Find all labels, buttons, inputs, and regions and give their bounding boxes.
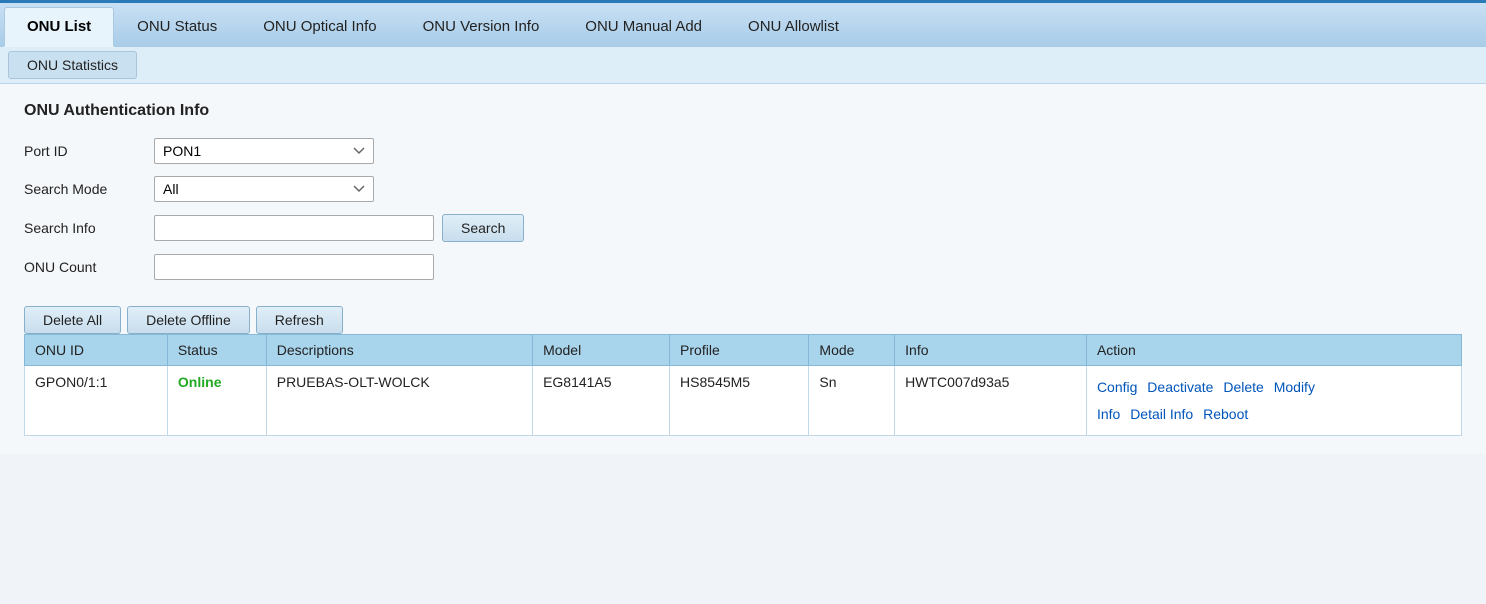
action-reboot[interactable]: Reboot bbox=[1203, 406, 1248, 422]
col-header-status: Status bbox=[167, 335, 266, 366]
cell-info: HWTC007d93a5 bbox=[895, 366, 1087, 436]
search-mode-select[interactable]: All ONU ID MAC Serial Number bbox=[154, 176, 374, 202]
port-id-select[interactable]: PON1 PON2 PON3 PON4 bbox=[154, 138, 374, 164]
port-id-field: PON1 PON2 PON3 PON4 bbox=[154, 138, 624, 164]
action-info[interactable]: Info bbox=[1097, 406, 1120, 422]
refresh-button[interactable]: Refresh bbox=[256, 306, 343, 334]
main-content: ONU Authentication Info Port ID PON1 PON… bbox=[0, 84, 1486, 454]
table-header-row: ONU ID Status Descriptions Model Profile… bbox=[25, 335, 1462, 366]
action-delete[interactable]: Delete bbox=[1223, 379, 1263, 395]
port-id-label: Port ID bbox=[24, 143, 154, 159]
search-mode-label: Search Mode bbox=[24, 181, 154, 197]
tab-onu-list[interactable]: ONU List bbox=[4, 7, 114, 47]
action-bar: Delete All Delete Offline Refresh bbox=[24, 298, 1462, 334]
action-config[interactable]: Config bbox=[1097, 379, 1137, 395]
tab-onu-manual-add[interactable]: ONU Manual Add bbox=[562, 7, 725, 47]
col-header-model: Model bbox=[533, 335, 670, 366]
col-header-profile: Profile bbox=[670, 335, 809, 366]
tab-onu-allowlist[interactable]: ONU Allowlist bbox=[725, 7, 862, 47]
main-tab-bar: ONU List ONU Status ONU Optical Info ONU… bbox=[0, 0, 1486, 47]
search-info-row: Search bbox=[154, 214, 624, 242]
onu-count-field: 1/1 bbox=[154, 254, 624, 280]
delete-all-button[interactable]: Delete All bbox=[24, 306, 121, 334]
action-deactivate[interactable]: Deactivate bbox=[1147, 379, 1213, 395]
section-title: ONU Authentication Info bbox=[24, 102, 1462, 120]
auth-info-form: Port ID PON1 PON2 PON3 PON4 Search Mode … bbox=[24, 138, 624, 280]
tab-onu-status[interactable]: ONU Status bbox=[114, 7, 240, 47]
tab-onu-version-info[interactable]: ONU Version Info bbox=[400, 7, 563, 47]
search-button[interactable]: Search bbox=[442, 214, 524, 242]
sub-tab-onu-statistics[interactable]: ONU Statistics bbox=[8, 51, 137, 79]
sub-tab-bar: ONU Statistics bbox=[0, 47, 1486, 84]
search-info-input[interactable] bbox=[154, 215, 434, 241]
onu-table: ONU ID Status Descriptions Model Profile… bbox=[24, 334, 1462, 436]
search-info-label: Search Info bbox=[24, 220, 154, 236]
col-header-info: Info bbox=[895, 335, 1087, 366]
action-detail-info[interactable]: Detail Info bbox=[1130, 406, 1193, 422]
cell-model: EG8141A5 bbox=[533, 366, 670, 436]
col-header-onu-id: ONU ID bbox=[25, 335, 168, 366]
cell-descriptions: PRUEBAS-OLT-WOLCK bbox=[266, 366, 532, 436]
col-header-descriptions: Descriptions bbox=[266, 335, 532, 366]
col-header-mode: Mode bbox=[809, 335, 895, 366]
action-modify[interactable]: Modify bbox=[1274, 379, 1315, 395]
col-header-action: Action bbox=[1086, 335, 1461, 366]
onu-count-input[interactable]: 1/1 bbox=[154, 254, 434, 280]
cell-action: Config Deactivate Delete Modify Info Det… bbox=[1086, 366, 1461, 436]
cell-onu-id: GPON0/1:1 bbox=[25, 366, 168, 436]
tab-onu-optical-info[interactable]: ONU Optical Info bbox=[240, 7, 399, 47]
status-online-badge: Online bbox=[178, 374, 222, 390]
search-mode-field: All ONU ID MAC Serial Number bbox=[154, 176, 624, 202]
table-row: GPON0/1:1 Online PRUEBAS-OLT-WOLCK EG814… bbox=[25, 366, 1462, 436]
cell-profile: HS8545M5 bbox=[670, 366, 809, 436]
onu-count-label: ONU Count bbox=[24, 259, 154, 275]
cell-status: Online bbox=[167, 366, 266, 436]
cell-mode: Sn bbox=[809, 366, 895, 436]
delete-offline-button[interactable]: Delete Offline bbox=[127, 306, 250, 334]
